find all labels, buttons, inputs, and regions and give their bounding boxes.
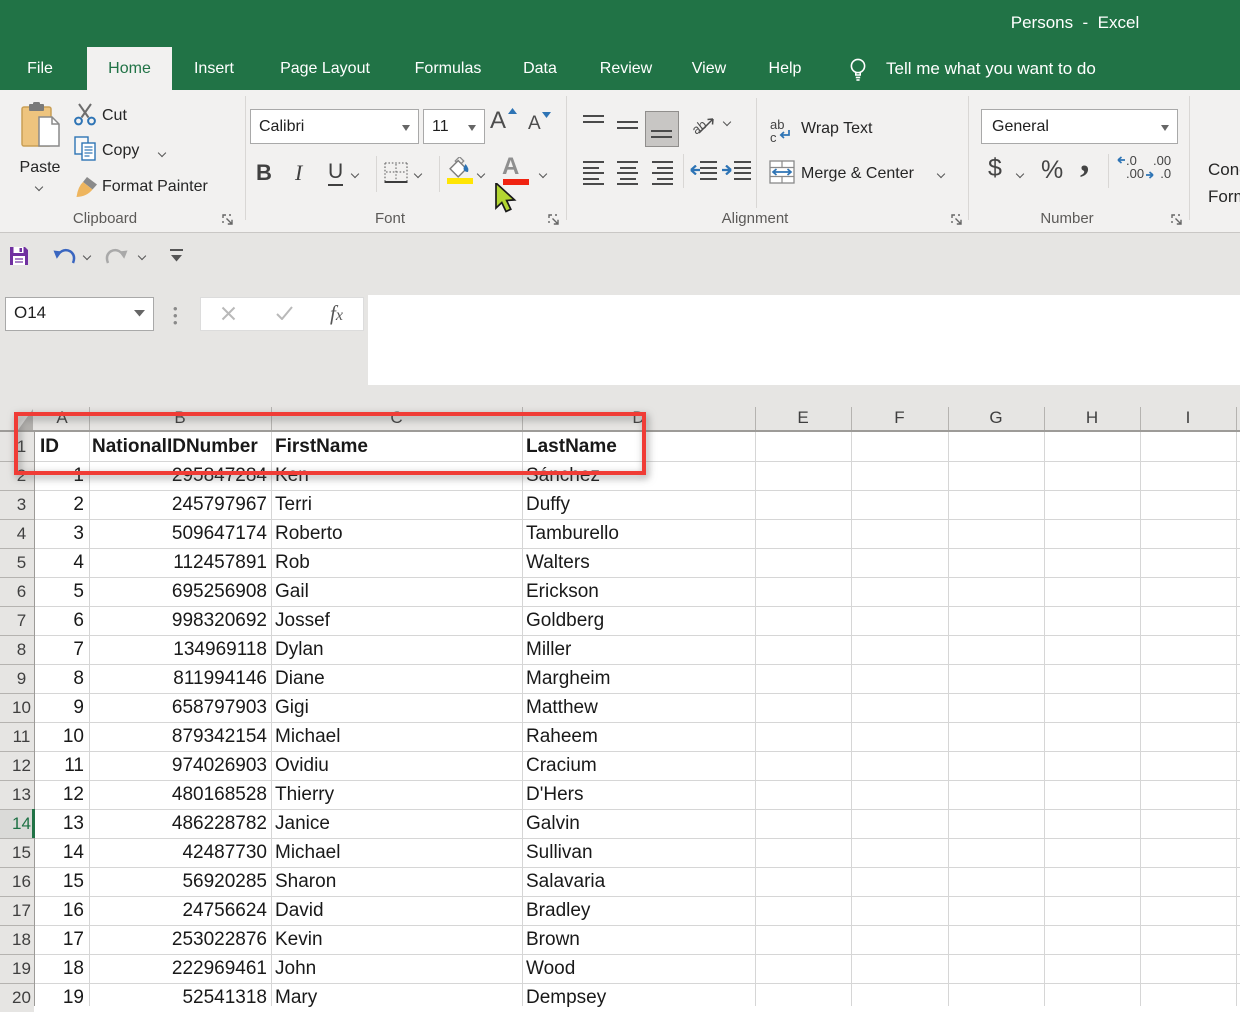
svg-text:c: c	[770, 130, 777, 143]
svg-text:ab: ab	[692, 117, 709, 137]
